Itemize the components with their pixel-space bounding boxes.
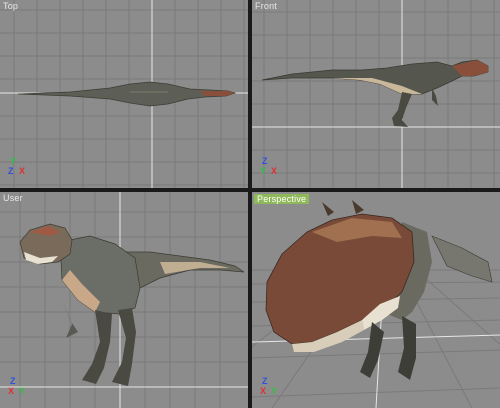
viewport-top[interactable]: Top Y Z X [0,0,248,188]
axis-x-label: X [8,386,15,396]
front-grid [252,0,500,188]
axis-z-label: Z [10,376,16,386]
viewport-label-top[interactable]: Top [3,1,18,11]
viewport-front[interactable]: Front Z Y X [252,0,500,188]
axis-tripod-user: Z X Y [8,377,30,401]
axis-x-label: X [19,166,26,176]
axis-y-label: Y [260,166,267,176]
axis-x-label: X [260,386,267,396]
axis-tripod-front: Z Y X [260,157,282,181]
axis-tripod-top: Y Z X [8,157,30,181]
viewport-perspective[interactable]: Perspective Z X Y [252,192,500,408]
axis-y-label: Y [10,156,17,166]
viewport-label-perspective[interactable]: Perspective [254,194,310,204]
viewport-user[interactable]: User Z X Y [0,192,248,408]
axis-z-label: Z [8,166,14,176]
axis-y-label: Y [19,386,26,396]
top-grid [0,0,248,188]
viewport-grid: Top Y Z X Front Z Y X User Z X Y Perspec… [0,0,500,408]
axis-y-label: Y [271,386,278,396]
perspective-grid [252,192,500,408]
axis-z-label: Z [262,156,268,166]
viewport-label-front[interactable]: Front [255,1,277,11]
viewport-label-user[interactable]: User [3,193,23,203]
axis-x-label: X [271,166,278,176]
axis-tripod-perspective: Z X Y [260,377,282,401]
user-grid [0,192,248,408]
axis-z-label: Z [262,376,268,386]
